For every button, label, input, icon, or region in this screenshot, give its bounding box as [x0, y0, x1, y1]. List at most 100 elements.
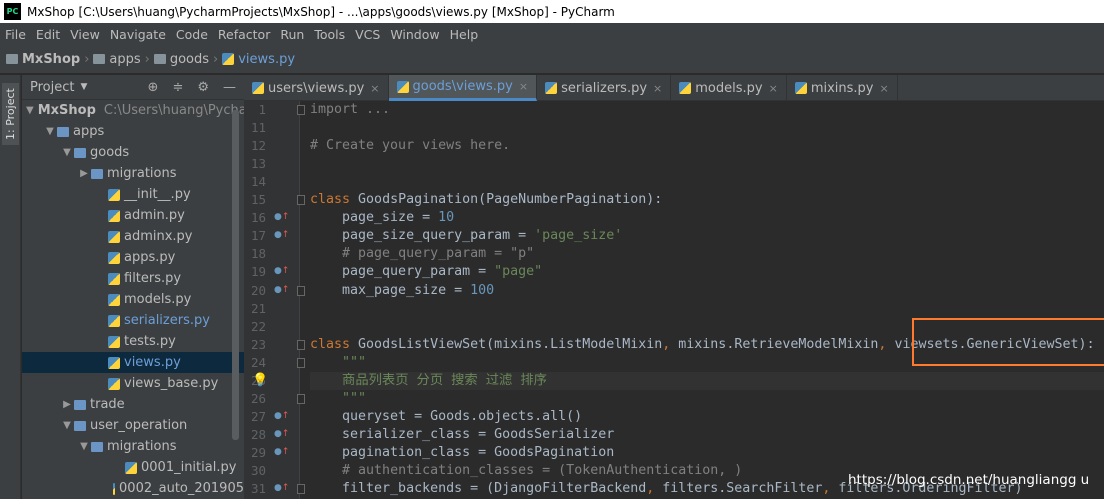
menu-tools[interactable]: Tools	[309, 27, 350, 42]
menu-window[interactable]: Window	[385, 27, 444, 42]
project-tree: ▼ MxShop C:\Users\huang\Pycha ▼ apps ▼ goods ▶ m…	[22, 100, 244, 499]
menu-refactor[interactable]: Refactor	[213, 27, 275, 42]
chevron-right-icon[interactable]: ▶	[77, 168, 91, 179]
fold-icon[interactable]	[297, 286, 305, 296]
collapse-icon[interactable]: ≑	[172, 80, 183, 95]
tree-item[interactable]: ▼ MxShop C:\Users\huang\Pycha	[22, 100, 244, 121]
tree-item[interactable]: 0001_initial.py	[22, 457, 244, 478]
override-icon[interactable]: ●↑	[274, 483, 289, 493]
breadcrumb-item[interactable]: MxShop	[6, 52, 80, 67]
fold-icon[interactable]	[297, 105, 305, 115]
tree-item-label: apps.py	[124, 250, 176, 265]
close-icon[interactable]: ×	[370, 82, 379, 95]
tree-item[interactable]: ▼ apps	[22, 121, 244, 142]
tree-item[interactable]: ▶ migrations	[22, 163, 244, 184]
chevron-down-icon[interactable]: ▼	[60, 147, 74, 158]
menu-file[interactable]: File	[0, 27, 31, 42]
tree-item-label: views_base.py	[124, 376, 219, 391]
override-icon[interactable]: ●↑	[274, 447, 289, 457]
project-tool-button[interactable]: 1: Project	[2, 83, 19, 145]
editor-tab[interactable]: serializers.py ×	[537, 75, 672, 101]
code-editor[interactable]: import ... # Create your views here. class…	[252, 101, 1104, 499]
breadcrumb-item[interactable]: apps	[93, 52, 141, 67]
tree-item-label: __init__.py	[124, 187, 191, 202]
project-scrollbar[interactable]	[232, 110, 239, 440]
breadcrumb-item[interactable]: views.py	[222, 52, 295, 67]
tree-item[interactable]: adminx.py	[22, 226, 244, 247]
code-line: 商品列表页 分页 搜索 过滤 排序 💡	[252, 372, 1104, 390]
python-file-icon	[108, 335, 120, 348]
fold-icon[interactable]	[297, 484, 305, 494]
chevron-down-icon[interactable]: ▼	[80, 82, 87, 92]
python-file-icon	[396, 80, 409, 93]
tree-item[interactable]: ▼ user_operation	[22, 415, 244, 436]
override-icon[interactable]: ●↑	[274, 212, 289, 222]
override-icon[interactable]: ●↑	[274, 230, 289, 240]
tree-item[interactable]: ▼ goods	[22, 142, 244, 163]
chevron-down-icon[interactable]: ▼	[43, 126, 57, 137]
tree-item[interactable]: filters.py	[22, 268, 244, 289]
menu-view[interactable]: View	[65, 27, 105, 42]
tree-item[interactable]: views.py	[22, 352, 244, 373]
line-number: 15	[250, 192, 266, 207]
folder-icon	[91, 441, 103, 452]
tree-item[interactable]: admin.py	[22, 205, 244, 226]
tree-item[interactable]: ▶ trade	[22, 394, 244, 415]
chevron-down-icon[interactable]: ▼	[60, 420, 74, 431]
code-line: page_query_param = "page"	[310, 264, 543, 279]
tree-item[interactable]: tests.py	[22, 331, 244, 352]
editor-tab[interactable]: users\views.py ×	[244, 75, 389, 101]
tree-item-label: filters.py	[124, 271, 182, 286]
chevron-down-icon[interactable]: ▼	[26, 105, 34, 116]
menu-navigate[interactable]: Navigate	[105, 27, 171, 42]
lightbulb-icon[interactable]: 💡	[252, 372, 268, 390]
title-bar: PC MxShop [C:\Users\huang\PycharmProject…	[0, 0, 1104, 23]
tree-item[interactable]: apps.py	[22, 247, 244, 268]
code-line: serializer_class = GoodsSerializer	[310, 427, 615, 442]
tree-item[interactable]: models.py	[22, 289, 244, 310]
breadcrumb-label: MxShop	[22, 51, 81, 67]
breadcrumb-item[interactable]: goods	[153, 52, 209, 67]
fold-icon[interactable]	[297, 195, 305, 205]
editor-gutter: 1 11 12 13 14 15 16 ●↑ 17 ●↑ 18 19 ●↑ 20 ●↑ 21 22 23 24 25 2…	[244, 101, 305, 499]
breadcrumb-label: views.py	[238, 51, 296, 67]
override-icon[interactable]: ●↑	[274, 285, 289, 295]
editor-tab[interactable]: models.py ×	[671, 75, 787, 101]
menu-edit[interactable]: Edit	[31, 27, 65, 42]
tree-item[interactable]: 0002_auto_201905	[22, 478, 244, 499]
editor-tab[interactable]: mixins.py ×	[787, 75, 898, 101]
tree-item[interactable]: serializers.py	[22, 310, 244, 331]
menu-code[interactable]: Code	[171, 27, 213, 42]
close-icon[interactable]: ×	[653, 82, 662, 95]
fold-icon[interactable]	[297, 394, 305, 404]
close-icon[interactable]: ×	[769, 82, 778, 95]
tree-item[interactable]: __init__.py	[22, 184, 244, 205]
fold-icon[interactable]	[297, 340, 305, 350]
chevron-down-icon[interactable]: ▼	[77, 441, 91, 452]
close-icon[interactable]: ×	[519, 80, 528, 93]
code-line: pagination_class = GoodsPagination	[310, 445, 615, 460]
override-icon[interactable]: ●↑	[274, 266, 289, 276]
locate-icon[interactable]: ⊕	[148, 80, 159, 95]
project-panel-header: Project ▼ ⊕ ≑ ⚙ —	[22, 75, 244, 100]
fold-icon[interactable]	[297, 358, 305, 368]
tree-item-label: models.py	[124, 292, 192, 307]
tree-item-label: admin.py	[124, 208, 185, 223]
hide-icon[interactable]: —	[223, 80, 236, 95]
chevron-right-icon[interactable]: ▶	[60, 399, 74, 410]
python-file-icon	[108, 251, 120, 264]
tree-item[interactable]: ▼ migrations	[22, 436, 244, 457]
close-icon[interactable]: ×	[879, 82, 888, 95]
line-number: 14	[250, 174, 266, 189]
override-icon[interactable]: ●↑	[274, 429, 289, 439]
editor-tab[interactable]: goods\views.py ×	[388, 75, 538, 101]
tree-item[interactable]: views_base.py	[22, 373, 244, 394]
gear-icon[interactable]: ⚙	[197, 80, 209, 95]
python-file-icon	[108, 272, 120, 285]
project-panel-title[interactable]: Project	[30, 80, 74, 95]
override-icon[interactable]: ●↑	[274, 411, 289, 421]
menu-run[interactable]: Run	[275, 27, 309, 42]
menu-help[interactable]: Help	[445, 27, 484, 42]
breadcrumb-separator: ›	[213, 51, 219, 67]
menu-vcs[interactable]: VCS	[350, 27, 385, 42]
